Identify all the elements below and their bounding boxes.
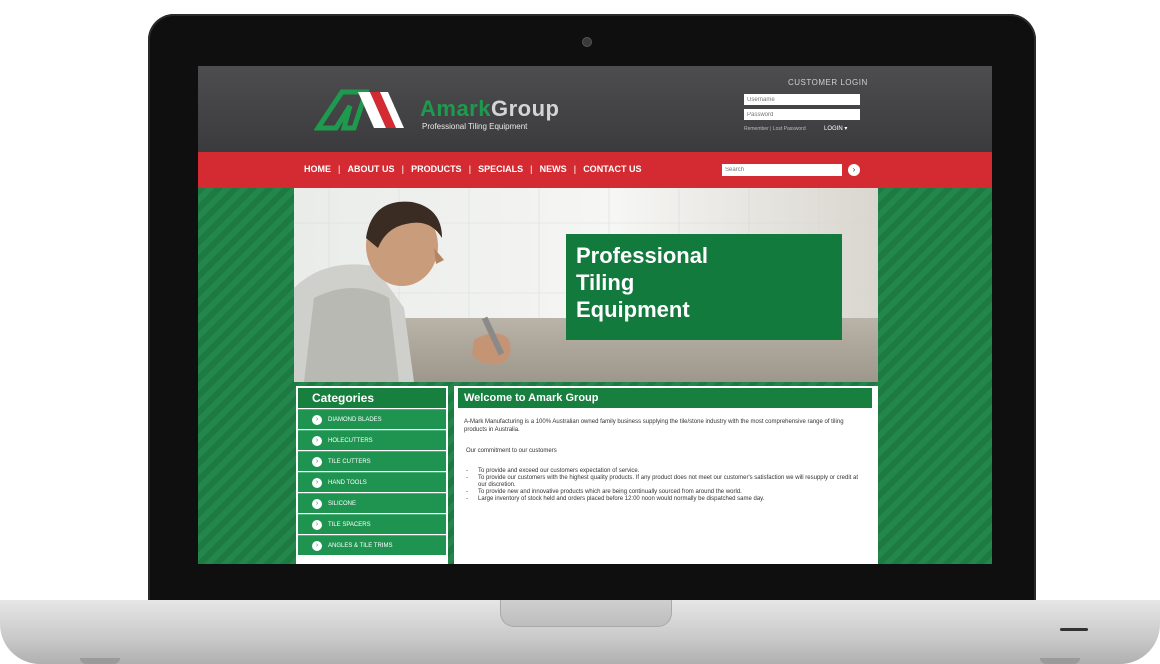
amark-logo-icon[interactable] bbox=[314, 88, 410, 132]
arrow-right-circle-icon: › bbox=[312, 415, 322, 425]
arrow-right-circle-icon: › bbox=[312, 478, 322, 488]
laptop-foot bbox=[80, 658, 120, 664]
forgot-password-link[interactable]: Remember | Lost Password bbox=[744, 126, 806, 132]
category-label: HOLECUTTERS bbox=[328, 438, 373, 444]
list-item: To provide our customers with the highes… bbox=[466, 475, 866, 489]
nav-products[interactable]: PRODUCTS bbox=[411, 164, 462, 174]
nav-home[interactable]: HOME bbox=[304, 164, 331, 174]
laptop-foot bbox=[1040, 658, 1080, 664]
category-label: DIAMOND BLADES bbox=[328, 417, 382, 423]
category-angles-tile-trims[interactable]: › ANGLES & TILE TRIMS bbox=[298, 535, 446, 555]
arrow-right-circle-icon: › bbox=[312, 520, 322, 530]
category-label: TILE CUTTERS bbox=[328, 459, 371, 465]
category-diamond-blades[interactable]: › DIAMOND BLADES bbox=[298, 409, 446, 429]
login-title: CUSTOMER LOGIN bbox=[788, 78, 868, 87]
commitment-list: To provide and exceed our customers expe… bbox=[466, 468, 866, 503]
nav-separator: | bbox=[530, 164, 533, 174]
category-label: ANGLES & TILE TRIMS bbox=[328, 543, 393, 549]
category-label: SILICONE bbox=[328, 501, 357, 507]
brand-tagline: Professional Tiling Equipment bbox=[422, 122, 528, 131]
category-label: TILE SPACERS bbox=[328, 522, 371, 528]
arrow-right-circle-icon: › bbox=[312, 436, 322, 446]
nav-separator: | bbox=[573, 164, 577, 174]
site-header: AmarkGroup Professional Tiling Equipment… bbox=[198, 66, 992, 152]
nav-about-us[interactable]: ABOUT US bbox=[348, 164, 395, 174]
list-item: To provide and exceed our customers expe… bbox=[466, 468, 866, 475]
nav-news[interactable]: NEWS bbox=[540, 164, 567, 174]
search-input[interactable] bbox=[722, 164, 842, 176]
tiler-photo-icon bbox=[294, 201, 511, 382]
list-item: Large inventory of stock held and orders… bbox=[466, 496, 866, 503]
category-tile-cutters[interactable]: › TILE CUTTERS bbox=[298, 451, 446, 471]
intro-text: A-Mark Manufacturing is a 100% Australia… bbox=[464, 419, 844, 433]
username-field[interactable] bbox=[744, 94, 860, 105]
hero-banner: Professional Tiling Equipment bbox=[294, 188, 878, 382]
category-holecutters[interactable]: › HOLECUTTERS bbox=[298, 430, 446, 450]
search-go-icon[interactable]: › bbox=[848, 164, 860, 176]
laptop-opening-notch bbox=[500, 600, 672, 627]
main-nav: HOME | ABOUT US | PRODUCTS | SPECIALS | … bbox=[198, 152, 992, 188]
commitment-heading: Our commitment to our customers bbox=[466, 448, 557, 454]
laptop-screen: AmarkGroup Professional Tiling Equipment… bbox=[198, 66, 992, 564]
category-label: HAND TOOLS bbox=[328, 480, 367, 486]
webcam bbox=[582, 37, 592, 47]
brand-group: Group bbox=[490, 96, 560, 121]
categories-sidebar: Categories › DIAMOND BLADES › HOLECUTTERS … bbox=[296, 386, 448, 564]
nav-separator: | bbox=[401, 164, 405, 174]
welcome-content: Welcome to Amark Group A-Mark Manufactur… bbox=[454, 386, 878, 564]
dropdown-arrow-icon: ▾ bbox=[844, 126, 848, 132]
power-indicator bbox=[1060, 628, 1088, 631]
welcome-title: Welcome to Amark Group bbox=[458, 388, 872, 408]
password-field[interactable] bbox=[744, 109, 860, 120]
hero-title: Professional Tiling Equipment bbox=[576, 243, 709, 322]
nav-separator: | bbox=[338, 164, 341, 174]
arrow-right-circle-icon: › bbox=[312, 499, 322, 509]
arrow-right-circle-icon: › bbox=[312, 457, 322, 467]
login-label: LOGIN bbox=[824, 126, 843, 132]
arrow-right-circle-icon: › bbox=[312, 541, 322, 551]
categories-title: Categories bbox=[298, 388, 446, 408]
login-button[interactable]: LOGIN ▾ bbox=[824, 125, 847, 132]
nav-specials[interactable]: SPECIALS bbox=[478, 164, 523, 174]
list-item: To provide new and innovative products w… bbox=[466, 489, 866, 496]
hero-title-box: Professional Tiling Equipment bbox=[566, 234, 842, 340]
category-tile-spacers[interactable]: › TILE SPACERS bbox=[298, 514, 446, 534]
brand-name[interactable]: AmarkGroup bbox=[420, 96, 559, 122]
category-hand-tools[interactable]: › HAND TOOLS bbox=[298, 472, 446, 492]
nav-contact-us[interactable]: CONTACT US bbox=[583, 164, 641, 174]
brand-amark: Amark bbox=[420, 96, 491, 121]
nav-separator: | bbox=[468, 164, 472, 174]
category-silicone[interactable]: › SILICONE bbox=[298, 493, 446, 513]
